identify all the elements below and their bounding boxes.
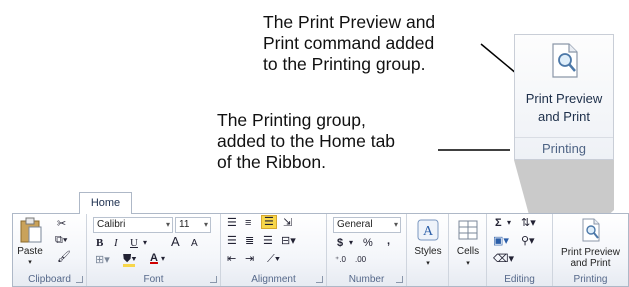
zoomed-printing-group: Print Preview and Print Printing — [514, 34, 614, 160]
chevron-down-icon: ▾ — [393, 220, 398, 229]
orientation-icon[interactable]: ⇲ — [283, 217, 292, 229]
autosum-button[interactable]: Σ — [495, 217, 502, 229]
paste-label: Paste — [17, 246, 43, 257]
print-preview-icon — [582, 218, 600, 242]
number-format-dropdown[interactable]: General ▾ — [333, 217, 401, 233]
currency-button[interactable]: $ — [337, 237, 343, 249]
svg-text:A: A — [423, 224, 434, 239]
clipboard-group: Paste ▾ ✂ ⧉▾ 🖌 Clipboard — [13, 214, 87, 286]
chevron-down-icon: ▾ — [28, 259, 32, 266]
font-name-value: Calibri — [97, 219, 126, 230]
tab-home[interactable]: Home — [79, 192, 132, 214]
styles-button[interactable]: A Styles ▾ — [409, 216, 447, 276]
paste-icon — [20, 217, 42, 243]
chevron-down-icon[interactable]: ▾ — [349, 237, 353, 249]
font-color-button[interactable]: A ▾ — [149, 252, 171, 268]
decrease-decimal-icon[interactable]: .00 — [355, 254, 366, 266]
printing-group-label-zoomed: Printing — [515, 137, 613, 160]
number-group-label: Number — [348, 274, 385, 285]
scissors-icon[interactable]: ✂ — [57, 218, 66, 230]
shrink-font-button[interactable]: A — [191, 238, 198, 250]
chevron-down-icon: ▾ — [466, 260, 470, 267]
copy-icon[interactable]: ⧉▾ — [55, 234, 67, 246]
styles-group: A Styles ▾ — [407, 214, 449, 286]
cells-icon — [458, 220, 478, 240]
clipboard-launcher-icon[interactable] — [76, 276, 83, 283]
alignment-launcher-icon[interactable] — [316, 276, 323, 283]
print-preview-icon — [552, 43, 578, 78]
chevron-down-icon: ▾ — [426, 260, 430, 267]
grow-font-button[interactable]: A — [171, 235, 180, 248]
font-group: Calibri ▾ 11 ▾ B I U ▾ A A ⊞▾ ⛊▾ A ▾ Fon… — [87, 214, 221, 286]
cells-label: Cells — [456, 246, 480, 257]
styles-label: Styles — [414, 246, 442, 257]
number-format-value: General — [337, 219, 373, 230]
printing-group: Print Preview and Print Printing — [553, 214, 628, 286]
print-preview-label-line2: and Print — [570, 258, 611, 269]
print-preview-label-line1: Print Preview — [561, 247, 620, 258]
align-right-icon[interactable]: ☰ — [263, 235, 273, 247]
chevron-down-icon[interactable]: ▾ — [507, 217, 511, 229]
decrease-indent-icon[interactable]: ⇤ — [227, 253, 236, 265]
font-size-dropdown[interactable]: 11 ▾ — [175, 217, 211, 233]
print-preview-label-line2: and Print — [537, 109, 591, 124]
align-bottom-icon[interactable]: ☰ — [261, 215, 277, 229]
chevron-down-icon: ▾ — [203, 220, 208, 229]
fill-color-swatch — [123, 264, 135, 267]
number-launcher-icon[interactable] — [396, 276, 403, 283]
styles-icon: A — [417, 219, 439, 241]
paste-button[interactable]: Paste ▾ — [16, 216, 44, 266]
find-select-icon[interactable]: ⚲▾ — [521, 235, 535, 247]
font-group-label: Font — [143, 274, 164, 285]
font-color-letter: A — [150, 252, 158, 264]
alignment-group-label: Alignment — [251, 274, 296, 285]
editing-group: Σ ▾ ⇅▾ ▣▾ ⚲▾ ⌫▾ Editing — [487, 214, 553, 286]
alignment-group: ☰ ≡ ☰ ⇲ ☰ ≣ ☰ ⊟▾ ⇤ ⇥ ⟋▾ Alignment — [221, 214, 327, 286]
print-preview-label-line1: Print Preview — [525, 91, 603, 106]
format-painter-icon[interactable]: 🖌 — [57, 251, 71, 263]
font-size-value: 11 — [179, 219, 190, 230]
fill-color-button[interactable]: ⛊▾ — [123, 253, 145, 267]
ribbon-body: Paste ▾ ✂ ⧉▾ 🖌 Clipboard Calibri ▾ 11 ▾ … — [12, 213, 629, 287]
print-preview-button[interactable]: Print Preview and Print — [555, 216, 626, 272]
bold-button[interactable]: B — [96, 237, 103, 249]
align-center-icon[interactable]: ≣ — [245, 235, 254, 247]
text-direction-icon[interactable]: ⟋▾ — [267, 253, 280, 265]
clear-icon[interactable]: ⌫▾ — [493, 253, 514, 265]
align-top-icon[interactable]: ☰ — [227, 217, 237, 229]
number-group: General ▾ $ ▾ % , ⁺.0 .00 Number — [327, 214, 407, 286]
italic-button[interactable]: I — [114, 237, 118, 249]
increase-decimal-icon[interactable]: ⁺.0 — [335, 254, 346, 266]
align-middle-icon[interactable]: ≡ — [245, 217, 251, 229]
chevron-down-icon: ▾ — [165, 220, 170, 229]
increase-indent-icon[interactable]: ⇥ — [245, 253, 254, 265]
comma-button[interactable]: , — [387, 235, 390, 247]
chevron-down-icon: ▾ — [161, 254, 166, 263]
chevron-down-icon[interactable]: ▾ — [143, 237, 147, 249]
font-launcher-icon[interactable] — [210, 276, 217, 283]
editing-group-label: Editing — [504, 274, 535, 285]
cells-group: Cells ▾ — [449, 214, 487, 286]
printing-group-label: Printing — [573, 274, 608, 285]
ribbon: Home Paste ▾ ✂ ⧉▾ 🖌 Clipboard Calibri ▾ … — [12, 192, 629, 287]
font-name-dropdown[interactable]: Calibri ▾ — [93, 217, 173, 233]
sort-filter-icon[interactable]: ⇅▾ — [521, 217, 536, 229]
merge-center-icon[interactable]: ⊟▾ — [281, 235, 296, 247]
print-preview-button-zoomed[interactable]: Print Preview and Print — [515, 35, 613, 137]
align-left-icon[interactable]: ☰ — [227, 235, 237, 247]
percent-button[interactable]: % — [363, 237, 373, 249]
fill-down-icon[interactable]: ▣▾ — [493, 235, 509, 247]
borders-icon[interactable]: ⊞▾ — [95, 254, 110, 266]
cells-button[interactable]: Cells ▾ — [451, 216, 485, 276]
underline-button[interactable]: U — [130, 237, 138, 249]
